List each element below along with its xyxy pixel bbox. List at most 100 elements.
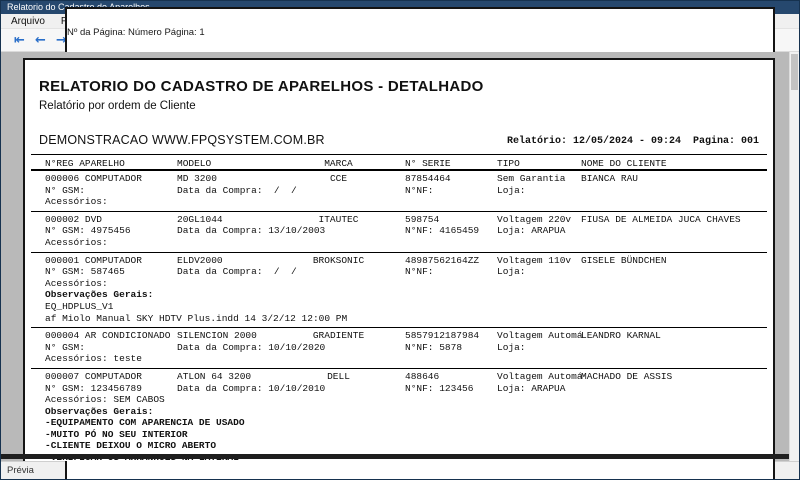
report-page: RELATORIO DO CADASTRO DE APARELHOS - DET… bbox=[23, 58, 775, 461]
app-window: Relatorio do Cadastro de Aparelhos Arqui… bbox=[0, 0, 800, 480]
record-detail-line: N° GSM: 587465 Data da Compra: / / N°NF:… bbox=[31, 266, 767, 278]
report-title: RELATORIO DO CADASTRO DE APARELHOS - DET… bbox=[39, 78, 759, 95]
record-main-line: 000001 COMPUTADOR ELDV2000 BROKSONIC 489… bbox=[31, 255, 767, 267]
observation-line: -MUITO PÓ NO SEU INTERIOR bbox=[31, 429, 767, 441]
record-serie: 5857912187984 bbox=[405, 330, 479, 342]
record-gsm: N° GSM: 4975456 bbox=[45, 225, 131, 237]
scrollbar-thumb[interactable] bbox=[791, 54, 798, 90]
previous-page-button[interactable]: ← bbox=[30, 31, 51, 50]
record-cliente: LEANDRO KARNAL bbox=[581, 330, 661, 342]
record-gsm: N° GSM: 123456789 bbox=[45, 383, 142, 395]
record-block: 000006 COMPUTADOR MD 3200 CCE 87854464 S… bbox=[31, 171, 767, 212]
record-detail-line: N° GSM: 4975456 Data da Compra: 13/10/20… bbox=[31, 225, 767, 237]
record-acessorios-line: Acessórios: SEM CABOS bbox=[31, 394, 767, 406]
record-reg: 000004 AR CONDICIONADO bbox=[45, 330, 170, 342]
record-cliente: FIUSA DE ALMEIDA JUCA CHAVES bbox=[581, 214, 741, 226]
record-serie: 48987562164ZZ bbox=[405, 255, 479, 267]
record-serie: 488646 bbox=[405, 371, 439, 383]
company-name: DEMONSTRACAO WWW.FPQSYSTEM.COM.BR bbox=[39, 133, 325, 147]
record-tipo: Voltagem Automá bbox=[497, 371, 583, 383]
column-header-modelo: MODELO bbox=[177, 155, 211, 172]
record-acessorios: Acessórios: bbox=[45, 237, 113, 249]
record-main-line: 000007 COMPUTADOR ATLON 64 3200 DELL 488… bbox=[31, 371, 767, 383]
observation-line: -CLIENTE DEIXOU O MICRO ABERTO bbox=[31, 440, 767, 452]
report-header-row: DEMONSTRACAO WWW.FPQSYSTEM.COM.BR Relató… bbox=[39, 133, 759, 147]
record-block: 000001 COMPUTADOR ELDV2000 BROKSONIC 489… bbox=[31, 253, 767, 329]
record-nf: N°NF: 4165459 bbox=[405, 225, 479, 237]
column-header-marca: MARCA bbox=[281, 155, 396, 172]
record-modelo: ELDV2000 bbox=[177, 255, 223, 267]
record-acessorios: Acessórios: bbox=[45, 196, 113, 208]
record-nf: N°NF: bbox=[405, 185, 439, 197]
record-modelo: SILENCION 2000 bbox=[177, 330, 257, 342]
record-obs-header: Observações Gerais: bbox=[45, 406, 153, 418]
record-tipo: Sem Garantia bbox=[497, 173, 565, 185]
record-cliente: BIANCA RAU bbox=[581, 173, 638, 185]
record-loja: Loja: bbox=[497, 342, 531, 354]
record-compra: Data da Compra: 10/10/2020 bbox=[177, 342, 325, 354]
first-page-button[interactable]: ⇤ bbox=[9, 31, 30, 50]
record-obs-header-line: Observações Gerais: bbox=[31, 289, 767, 301]
record-marca: BROKSONIC bbox=[281, 255, 396, 267]
record-detail-line: N° GSM: 123456789 Data da Compra: 10/10/… bbox=[31, 383, 767, 395]
record-obs-lines: EQ_HDPLUS_V1af Miolo Manual SKY HDTV Plu… bbox=[31, 301, 767, 324]
record-main-line: 000006 COMPUTADOR MD 3200 CCE 87854464 S… bbox=[31, 173, 767, 185]
report-meta: Relatório: 12/05/2024 - 09:24 Pagina: 00… bbox=[507, 136, 759, 147]
record-acessorios: Acessórios: SEM CABOS bbox=[45, 394, 165, 406]
observation-line: EQ_HDPLUS_V1 bbox=[31, 301, 767, 313]
record-modelo: MD 3200 bbox=[177, 173, 217, 185]
record-block: 000007 COMPUTADOR ATLON 64 3200 DELL 488… bbox=[31, 369, 767, 461]
observation-line: af Miolo Manual SKY HDTV Plus.indd 14 3/… bbox=[31, 313, 767, 325]
record-tipo: Voltagem 220v bbox=[497, 214, 571, 226]
record-acessorios-line: Acessórios: bbox=[31, 237, 767, 249]
record-tipo: Voltagem Automá bbox=[497, 330, 583, 342]
record-cliente: MACHADO DE ASSIS bbox=[581, 371, 672, 383]
record-compra: Data da Compra: 10/10/2010 bbox=[177, 383, 325, 395]
record-loja: Loja: ARAPUA bbox=[497, 383, 565, 395]
record-main-line: 000002 DVD 20GL1044 ITAUTEC 598754 Volta… bbox=[31, 214, 767, 226]
record-acessorios-line: Acessórios: bbox=[31, 196, 767, 208]
record-acessorios-line: Acessórios: bbox=[31, 278, 767, 290]
column-header-tipo: TIPO bbox=[497, 155, 520, 172]
record-marca: DELL bbox=[281, 371, 396, 383]
record-acessorios: Acessórios: bbox=[45, 278, 113, 290]
record-serie: 87854464 bbox=[405, 173, 451, 185]
record-compra: Data da Compra: / / bbox=[177, 185, 297, 197]
record-gsm: N° GSM: bbox=[45, 185, 91, 197]
record-marca: CCE bbox=[281, 173, 396, 185]
record-detail-line: N° GSM: Data da Compra: 10/10/2020 N°NF:… bbox=[31, 342, 767, 354]
table-header: N°REG APARELHO MODELO MARCA N° SERIE TIP… bbox=[31, 154, 767, 171]
column-header-reg: N°REG APARELHO bbox=[45, 155, 125, 172]
record-marca: ITAUTEC bbox=[281, 214, 396, 226]
record-reg: 000002 DVD bbox=[45, 214, 102, 226]
record-compra: Data da Compra: 13/10/2003 bbox=[177, 225, 325, 237]
report-subtitle: Relatório por ordem de Cliente bbox=[39, 100, 759, 112]
observation-line: -EQUIPAMENTO COM APARENCIA DE USADO bbox=[31, 417, 767, 429]
page-bottom-edge bbox=[1, 454, 789, 459]
preview-area: RELATORIO DO CADASTRO DE APARELHOS - DET… bbox=[1, 52, 799, 461]
record-marca: GRADIENTE bbox=[281, 330, 396, 342]
record-compra: Data da Compra: / / bbox=[177, 266, 297, 278]
column-header-cliente: NOME DO CLIENTE bbox=[581, 155, 667, 172]
record-acessorios: Acessórios: teste bbox=[45, 353, 142, 365]
column-header-serie: N° SERIE bbox=[405, 155, 451, 172]
record-loja: Loja: bbox=[497, 266, 531, 278]
vertical-scrollbar[interactable] bbox=[789, 52, 799, 461]
previous-page-icon: ← bbox=[35, 34, 46, 47]
record-modelo: 20GL1044 bbox=[177, 214, 223, 226]
record-modelo: ATLON 64 3200 bbox=[177, 371, 251, 383]
record-gsm: N° GSM: bbox=[45, 342, 91, 354]
record-main-line: 000004 AR CONDICIONADO SILENCION 2000 GR… bbox=[31, 330, 767, 342]
menu-arquivo[interactable]: Arquivo bbox=[3, 14, 53, 29]
record-block: 000004 AR CONDICIONADO SILENCION 2000 GR… bbox=[31, 328, 767, 369]
record-block: 000002 DVD 20GL1044 ITAUTEC 598754 Volta… bbox=[31, 212, 767, 253]
record-reg: 000007 COMPUTADOR bbox=[45, 371, 142, 383]
record-loja: Loja: bbox=[497, 185, 531, 197]
record-nf: N°NF: 5878 bbox=[405, 342, 462, 354]
status-label: Prévia bbox=[7, 465, 34, 476]
record-loja: Loja: ARAPUA bbox=[497, 225, 565, 237]
record-obs-header-line: Observações Gerais: bbox=[31, 406, 767, 418]
record-detail-line: N° GSM: Data da Compra: / / N°NF: Loja: bbox=[31, 185, 767, 197]
record-reg: 000001 COMPUTADOR bbox=[45, 255, 142, 267]
record-serie: 598754 bbox=[405, 214, 439, 226]
